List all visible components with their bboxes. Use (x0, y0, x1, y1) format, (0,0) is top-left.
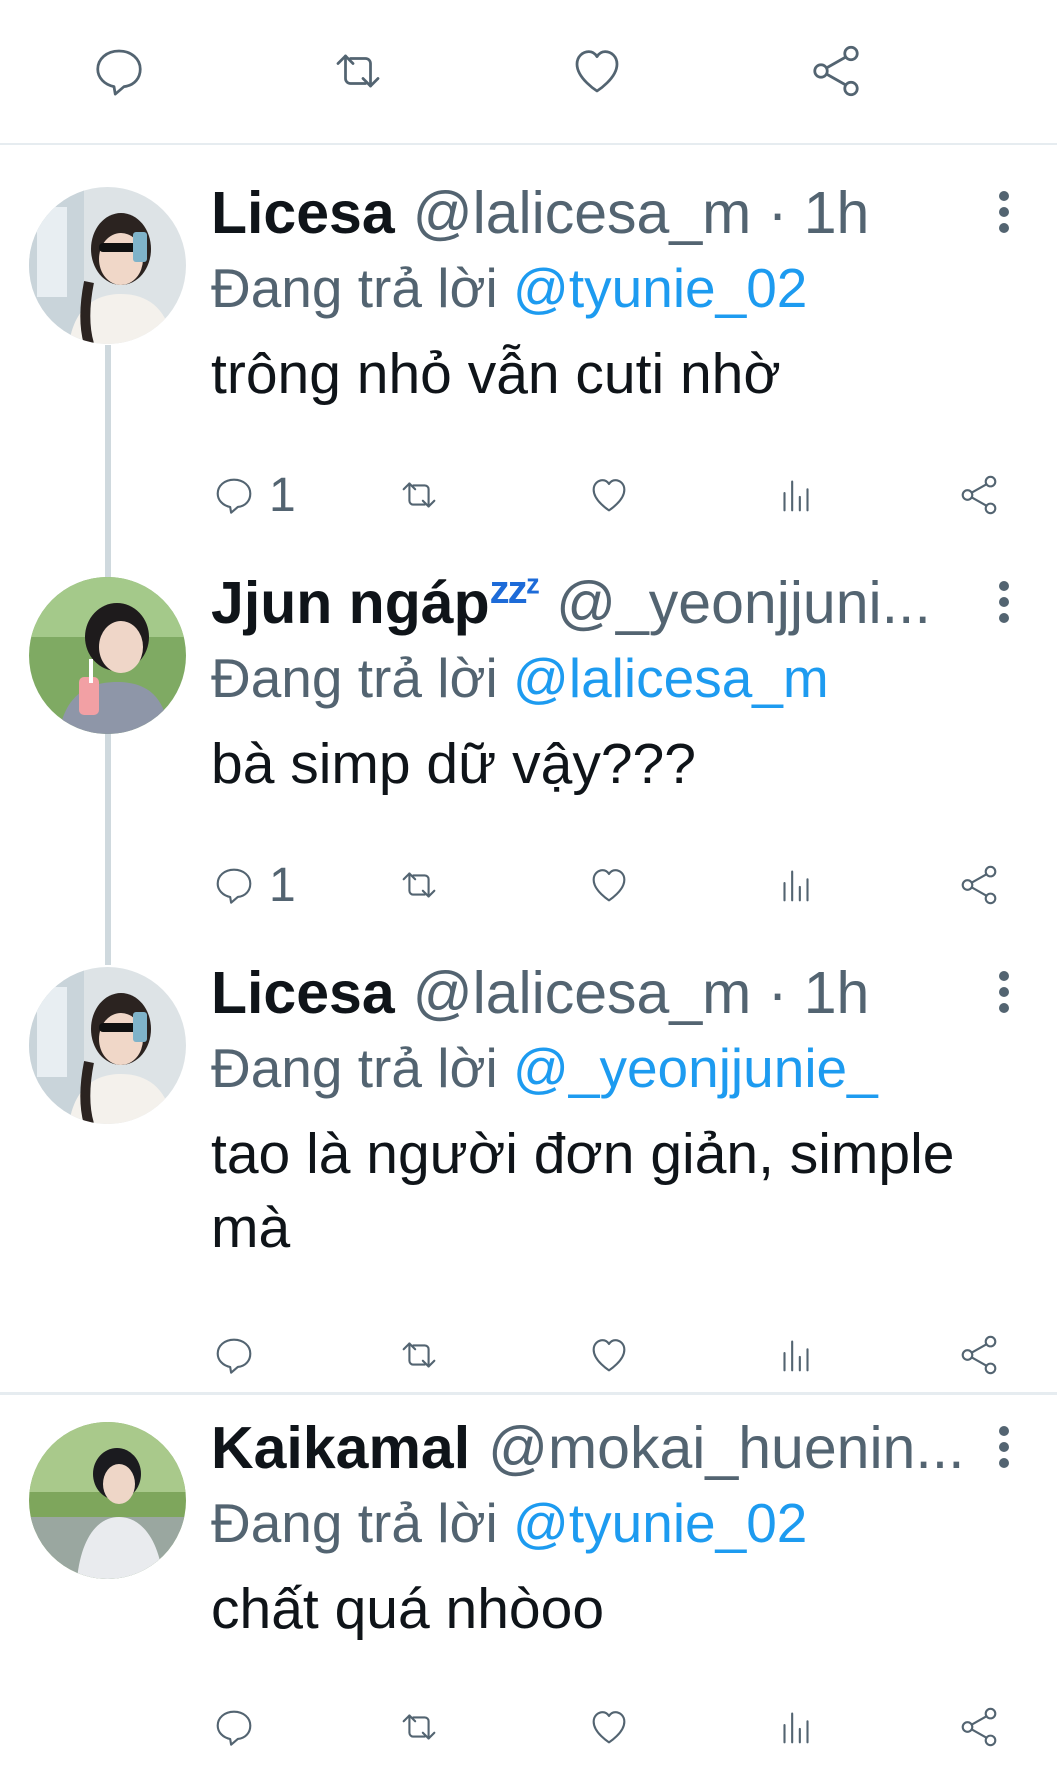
display-name[interactable]: Kaikamal (211, 1410, 470, 1486)
handle-and-time[interactable]: @mokai_huenin... (488, 1410, 964, 1486)
more-options-icon[interactable] (989, 577, 1019, 629)
retweet-icon (402, 1714, 436, 1740)
handle-and-time[interactable]: @_yeonjjuni... (556, 565, 931, 641)
analytics-icon (783, 1340, 809, 1372)
like-icon (592, 1711, 626, 1744)
analytics-icon (783, 480, 809, 512)
share-button[interactable] (956, 1325, 1002, 1385)
analytics-button[interactable] (773, 855, 819, 915)
tweet-text: tao là người đơn giản, simple mà (211, 1122, 955, 1260)
replying-prefix: Đang trả lời (211, 257, 498, 319)
analytics-button[interactable] (773, 1697, 819, 1757)
retweet-button[interactable] (396, 465, 442, 525)
display-name[interactable]: Licesa (211, 175, 395, 251)
reply-button[interactable] (211, 1325, 269, 1385)
analytics-icon (783, 870, 809, 902)
analytics-icon (783, 1712, 809, 1744)
like-icon (592, 479, 626, 512)
share-icon (961, 475, 997, 515)
handle-and-time[interactable]: @lalicesa_m · 1h (413, 955, 870, 1031)
analytics-button[interactable] (773, 465, 819, 525)
replying-prefix: Đang trả lời (211, 647, 498, 709)
retweet-icon (402, 482, 436, 508)
thread-line (105, 735, 111, 965)
like-button[interactable] (586, 855, 632, 915)
replying-to-mention[interactable]: @tyunie_02 (513, 1492, 807, 1554)
reply-icon (216, 1338, 252, 1374)
sleep-emoji: zzᶻ (489, 568, 540, 612)
tweet-action-bar (211, 1697, 1011, 1757)
more-options-icon[interactable] (989, 1422, 1019, 1474)
analytics-button[interactable] (773, 1325, 819, 1385)
replying-to-mention[interactable]: @tyunie_02 (513, 257, 807, 319)
share-button[interactable] (956, 465, 1002, 525)
like-button[interactable] (586, 465, 632, 525)
like-button[interactable] (586, 1697, 632, 1757)
replying-to-line: Đang trả lời @_yeonjjunie_ (211, 1031, 1057, 1105)
share-icon (961, 1335, 997, 1375)
retweet-icon[interactable] (327, 40, 389, 102)
avatar[interactable] (29, 577, 186, 734)
share-button[interactable] (956, 1697, 1002, 1757)
like-icon[interactable] (566, 40, 628, 102)
reply-button[interactable] (211, 1697, 269, 1757)
like-icon (592, 1339, 626, 1372)
tweet-action-bar (211, 1325, 1011, 1385)
reply-icon (216, 868, 252, 904)
replying-to-mention[interactable]: @lalicesa_m (513, 647, 829, 709)
share-button[interactable] (956, 855, 1002, 915)
like-button[interactable] (586, 1325, 632, 1385)
avatar[interactable] (29, 967, 186, 1124)
thread-divider (0, 1392, 1057, 1395)
retweet-button[interactable] (396, 1325, 442, 1385)
handle-and-time[interactable]: @lalicesa_m · 1h (413, 175, 870, 251)
tweet-text: bà simp dữ vậy??? (211, 732, 696, 796)
reply-icon (216, 1710, 252, 1746)
replying-prefix: Đang trả lời (211, 1037, 498, 1099)
parent-tweet-action-bar (0, 0, 1057, 145)
replying-to-line: Đang trả lời @tyunie_02 (211, 1486, 1057, 1560)
replying-to-line: Đang trả lời @tyunie_02 (211, 251, 1057, 325)
tweet-text: chất quá nhòoo (211, 1577, 605, 1641)
reply-count: 1 (269, 858, 296, 912)
tweet-text: trông nhỏ vẫn cuti nhờ (211, 342, 781, 406)
replying-to-mention[interactable]: @_yeonjjunie_ (513, 1037, 878, 1099)
tweet-header: Licesa @lalicesa_m · 1h (211, 175, 1057, 251)
avatar[interactable] (29, 187, 186, 344)
avatar[interactable] (29, 1422, 186, 1579)
like-icon (592, 869, 626, 902)
share-icon (961, 1707, 997, 1747)
display-name[interactable]: Jjun ngápzzᶻ (211, 565, 540, 648)
reply-icon[interactable] (88, 40, 150, 102)
replying-prefix: Đang trả lời (211, 1492, 498, 1554)
tweet-header: Jjun ngápzzᶻ @_yeonjjuni... (211, 565, 1057, 641)
retweet-icon (402, 1342, 436, 1368)
share-icon[interactable] (805, 40, 867, 102)
retweet-icon (402, 872, 436, 898)
tweet-header: Licesa @lalicesa_m · 1h (211, 955, 1057, 1031)
share-icon (961, 865, 997, 905)
retweet-button[interactable] (396, 855, 442, 915)
tweet-action-bar: 1 (211, 465, 1011, 525)
reply-count: 1 (269, 468, 296, 522)
tweet-header: Kaikamal @mokai_huenin... (211, 1410, 1057, 1486)
more-options-icon[interactable] (989, 967, 1019, 1019)
display-name[interactable]: Licesa (211, 955, 395, 1031)
tweet-action-bar: 1 (211, 855, 1011, 915)
reply-icon (216, 478, 252, 514)
reply-button[interactable]: 1 (211, 855, 296, 915)
retweet-button[interactable] (396, 1697, 442, 1757)
replying-to-line: Đang trả lời @lalicesa_m (211, 641, 1057, 715)
more-options-icon[interactable] (989, 187, 1019, 239)
reply-button[interactable]: 1 (211, 465, 296, 525)
